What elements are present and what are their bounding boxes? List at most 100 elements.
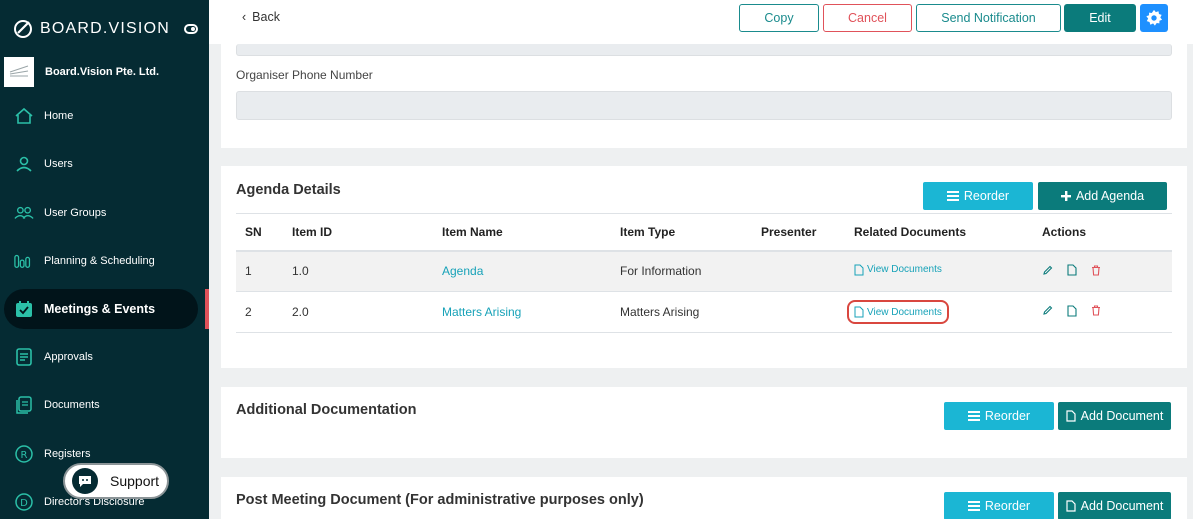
row-actions: [1042, 305, 1101, 317]
agenda-table-header: SN Item ID Item Name Item Type Presenter…: [236, 213, 1172, 252]
sidebar-item-label: Registers: [44, 448, 91, 460]
column-header: Actions: [1033, 213, 1172, 252]
send-notification-button[interactable]: Send Notification: [916, 4, 1061, 32]
back-link[interactable]: ‹ Back: [242, 10, 280, 24]
add-document-button[interactable]: Add Document: [1058, 402, 1171, 430]
bar-chart-icon: [14, 251, 34, 271]
view-documents-label: View Documents: [867, 306, 942, 318]
agenda-details-card: Agenda Details Reorder Add Agenda SN Ite…: [221, 166, 1187, 368]
sidebar-item-label: Approvals: [44, 351, 93, 363]
copy-button[interactable]: Copy: [739, 4, 819, 32]
sidebar-item-label: Documents: [44, 399, 100, 411]
organiser-phone-field[interactable]: [236, 91, 1172, 120]
additional-documentation-title: Additional Documentation: [236, 402, 417, 418]
sidebar-item-users[interactable]: Users: [0, 144, 209, 184]
sidebar-item-label: User Groups: [44, 207, 107, 219]
approvals-icon: [14, 347, 34, 367]
additional-reorder-button[interactable]: Reorder: [944, 402, 1054, 430]
reorder-label: Reorder: [984, 499, 1031, 513]
top-action-bar: ‹ Back Copy Cancel Send Notification Edi…: [209, 0, 1193, 44]
support-button[interactable]: Support: [63, 463, 169, 499]
column-header: Item Name: [433, 213, 611, 252]
settings-button[interactable]: [1140, 4, 1168, 32]
board-vision-logo-icon: [14, 20, 32, 38]
brand-name: BOARD.VISION: [40, 20, 170, 37]
view-documents-link[interactable]: View Documents: [854, 264, 942, 276]
support-label: Support: [110, 473, 160, 489]
svg-text:R: R: [21, 450, 28, 461]
post-meeting-reorder-button[interactable]: Reorder: [944, 492, 1054, 519]
sidebar-item-label: Home: [44, 110, 74, 122]
list-icon: [946, 191, 959, 201]
column-header: Item ID: [283, 213, 433, 252]
sidebar-item-planning-scheduling[interactable]: Planning & Scheduling: [0, 241, 209, 281]
cell-presenter: [752, 291, 845, 333]
user-group-icon: [14, 203, 34, 223]
cancel-button[interactable]: Cancel: [823, 4, 912, 32]
edit-pencil-icon[interactable]: [1042, 265, 1053, 276]
sidebar-item-label: Users: [44, 158, 73, 170]
sidebar-item-label: Planning & Scheduling: [44, 255, 155, 267]
agenda-details-title: Agenda Details: [236, 182, 341, 198]
reorder-label: Reorder: [963, 189, 1010, 203]
registers-icon: R: [14, 444, 34, 464]
agenda-item-link[interactable]: Agenda: [442, 264, 483, 278]
agenda-item-link[interactable]: Matters Arising: [442, 305, 521, 319]
documents-icon: [14, 395, 34, 415]
file-icon: [1066, 410, 1076, 422]
sidebar: BOARD.VISION Board.Vision Pte. Ltd. Home…: [0, 0, 209, 519]
sidebar-item-home[interactable]: Home: [0, 96, 209, 136]
view-documents-label: View Documents: [867, 264, 942, 276]
chat-icon: [72, 468, 98, 494]
document-icon[interactable]: [1067, 264, 1077, 276]
post-meeting-document-card: Post Meeting Document (For administrativ…: [221, 477, 1187, 519]
sidebar-item-user-groups[interactable]: User Groups: [0, 193, 209, 233]
view-documents-link[interactable]: View Documents: [847, 300, 949, 324]
document-icon[interactable]: [1067, 305, 1077, 317]
chevron-left-icon: ‹: [242, 10, 247, 24]
file-icon: [854, 306, 864, 318]
sidebar-item-approvals[interactable]: Approvals: [0, 337, 209, 377]
sidebar-toggle-icon[interactable]: [184, 24, 198, 34]
disclosure-icon: D: [14, 492, 34, 512]
sidebar-item-documents[interactable]: Documents: [0, 385, 209, 425]
trash-icon[interactable]: [1091, 264, 1101, 276]
column-header: Related Documents: [845, 213, 1033, 252]
table-row: 2 2.0 Matters Arising Matters Arising Vi…: [236, 291, 1172, 333]
agenda-table: SN Item ID Item Name Item Type Presenter…: [236, 213, 1172, 333]
row-actions: [1042, 264, 1101, 276]
add-agenda-label: Add Agenda: [1075, 189, 1145, 203]
add-agenda-button[interactable]: Add Agenda: [1038, 182, 1167, 210]
organiser-details-card: Organiser Phone Number: [221, 44, 1187, 148]
post-meeting-title: Post Meeting Document (For administrativ…: [236, 492, 644, 508]
organisation-logo: [4, 57, 34, 87]
column-header: SN: [236, 213, 283, 252]
sidebar-item-meetings-events[interactable]: Meetings & Events: [0, 289, 209, 329]
file-icon: [1066, 500, 1076, 512]
active-item-marker: [205, 289, 209, 329]
gear-icon: [1146, 9, 1163, 26]
home-icon: [14, 106, 34, 126]
cell-item-type: For Information: [611, 250, 752, 292]
agenda-reorder-button[interactable]: Reorder: [923, 182, 1033, 210]
edit-button[interactable]: Edit: [1064, 4, 1136, 32]
cell-sn: 2: [236, 291, 283, 333]
post-meeting-add-document-button[interactable]: Add Document: [1058, 492, 1171, 519]
additional-documentation-card: Additional Documentation Reorder Add Doc…: [221, 387, 1187, 458]
list-icon: [967, 501, 980, 511]
organiser-phone-label: Organiser Phone Number: [236, 68, 373, 82]
brand-logo[interactable]: BOARD.VISION: [12, 18, 170, 40]
cell-presenter: [752, 250, 845, 292]
column-header: Item Type: [611, 213, 752, 252]
trash-icon[interactable]: [1091, 305, 1101, 316]
cell-item-id: 2.0: [283, 291, 433, 333]
organisation-switcher[interactable]: Board.Vision Pte. Ltd.: [4, 57, 159, 87]
table-row: 1 1.0 Agenda For Information View Docume…: [236, 250, 1172, 292]
add-document-label: Add Document: [1080, 499, 1164, 513]
back-label: Back: [252, 10, 280, 24]
user-icon: [14, 154, 34, 174]
organiser-email-field[interactable]: [236, 44, 1172, 56]
edit-pencil-icon[interactable]: [1042, 305, 1053, 316]
organisation-name: Board.Vision Pte. Ltd.: [45, 66, 160, 78]
calendar-check-icon: [14, 299, 34, 319]
